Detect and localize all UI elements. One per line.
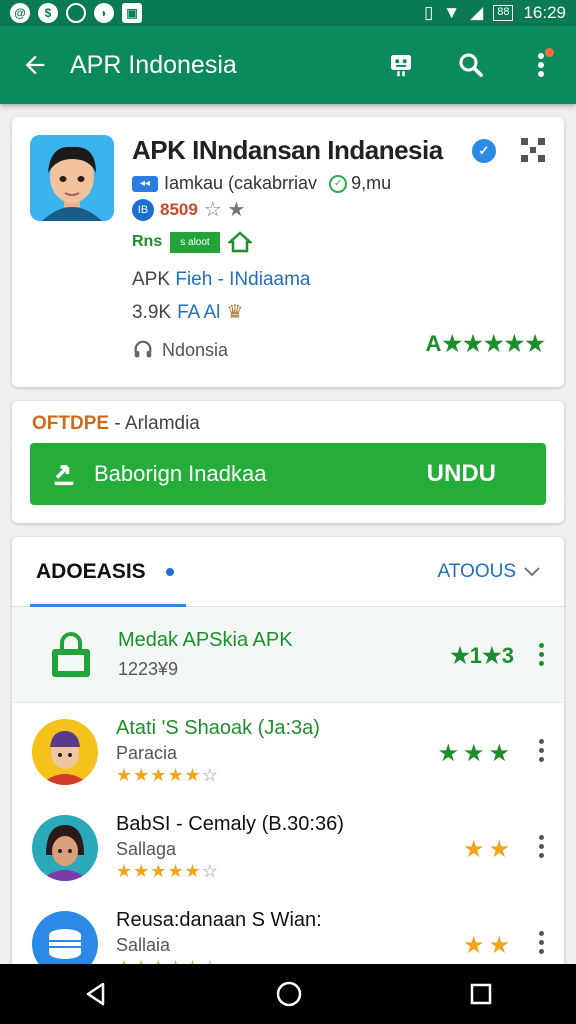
badge-label: Rns [132,233,163,250]
star-icon: ☆ ★ [203,199,246,221]
featured-rating: ★1★3 [450,643,514,668]
avatar [32,815,98,881]
robot-button[interactable] [366,26,436,104]
item-more-button[interactable] [538,835,544,858]
wifi-icon: ▼ [443,3,461,22]
featured-list-item[interactable]: Medak APSkia APK 1223¥9 ★1★3 [12,607,564,703]
rating-row: IB 8509 ☆ ★ [132,197,245,222]
item-title: Reusa:danaan S Wian: [116,909,322,931]
rating-count: 8509 [160,199,198,219]
download-button-label: Baborign Inadkaa [94,461,267,486]
download-button[interactable]: Baborign Inadkaa UNDU [30,443,546,505]
app-notification-icon: $ [38,3,58,23]
developer-name[interactable]: Iamkau (cakabrriav [164,173,317,194]
notification-dot [545,48,554,57]
arrow-left-icon [25,55,45,75]
message-icon: ◗ [94,3,114,23]
item-title: BabSI - Cemaly (B.30:36) [116,813,344,835]
qr-code-icon [521,138,545,162]
app-list-card: ADOEASIS ATOOUS Medak APSkia APK 1223¥9 … [12,537,564,977]
search-icon [459,53,483,77]
app-title: APK INndansan Indanesia [132,135,443,165]
sort-dropdown[interactable]: ATOOUS [438,561,540,583]
chevron-down-icon [524,566,540,576]
download-action-label: UNDU [426,460,496,487]
sort-label: ATOOUS [437,560,516,582]
person-avatar-icon [32,815,98,881]
version-icon: ✓ [329,174,348,193]
person-avatar-icon [32,719,98,785]
shopping-bag-icon [52,632,90,677]
indicator-dot [165,567,174,576]
version-value: 9,mu [351,173,392,193]
downloads-count: 3.9K [132,301,172,323]
item-more-button[interactable] [538,931,544,954]
nav-back-icon[interactable] [83,981,109,1007]
app-bar: APR Indonesia [0,26,576,104]
app-icon [30,135,114,221]
item-title: Atati 'S Shaoak (Ja:3a) [116,717,320,739]
download-card: OFTDPE - Arlamdia Baborign Inadkaa UNDU [12,401,564,523]
app-rating-stars: A★★★★★ [425,331,546,356]
verified-icon: ✓ [472,139,496,163]
developer-tag-icon: ◂◂ [132,175,158,192]
subtitle-prefix: APK [132,269,171,290]
system-nav-bar [0,964,576,1024]
download-label: OFTDPE - Arlamdia [32,413,200,435]
item-subtitle: Sallaia [116,935,171,955]
download-label-prefix: OFTDPE [32,413,110,434]
signal-icon: ◢ [470,3,484,22]
green-badge: s aloot [170,231,220,253]
list-header: ADOEASIS ATOOUS [12,537,564,607]
overflow-menu-button[interactable] [506,26,576,104]
list-item[interactable]: Atati 'S Shaoak (Ja:3a) Paracia ★★★★★☆ ★… [12,703,564,799]
boy-face-icon [30,135,114,221]
region-label: Ndonsia [162,339,229,360]
item-rating: ★★★ [437,740,514,767]
badge-row: Rns s aloot [132,231,252,253]
vibrate-icon: ▯ [423,3,434,22]
region-row: Ndonsia [132,339,228,361]
circle-notification-icon [66,3,86,23]
item-subtitle: Paracia [116,743,178,763]
qr-code-button[interactable] [520,137,546,168]
nav-recents-icon[interactable] [469,982,493,1006]
clock: 16:29 [523,3,566,22]
featured-title: Medak APSkia APK [118,629,293,651]
downloads-link[interactable]: FA Al [177,302,220,324]
item-stars: ★★★★★☆ [116,765,219,785]
info-icon: IB [132,198,154,221]
developer-row: ◂◂ Iamkau (cakabrriav ✓ 9,mu [132,173,391,194]
subtitle-link[interactable]: Fieh - INdiaama [175,269,310,290]
status-bar: @ $ ◗ ▣ ▯ ▼ ◢ 88 16:29 [0,0,576,26]
trophy-icon: ♛ [226,302,244,323]
item-rating: ★★ [462,836,514,863]
android-robot-icon [391,55,411,77]
app-info-card: APK INndansan Indanesia ✓ ◂◂ Iamkau (cak… [12,117,564,387]
back-button[interactable] [0,51,70,79]
download-arrow-icon [54,465,74,486]
version-info: ✓ 9,mu [329,173,391,194]
list-title[interactable]: ADOEASIS [36,560,146,584]
avatar [32,719,98,785]
nav-home-icon[interactable] [275,980,303,1008]
download-label-text: - Arlamdia [114,413,200,434]
image-notification-icon: ▣ [122,3,142,23]
list-item[interactable]: BabSI - Cemaly (B.30:36) Sallaga ★★★★★☆ … [12,799,564,895]
downloads-row: 3.9K FA Al ♛ [132,301,243,324]
app-subtitle: APK Fieh - INdiaama [132,269,310,291]
headset-icon [134,340,152,358]
app-bar-title: APR Indonesia [70,50,237,79]
notification-icon: @ [10,3,30,23]
more-vert-icon [538,53,544,77]
home-icon [227,231,252,253]
featured-subtitle: 1223¥9 [118,659,179,679]
item-subtitle: Sallaga [116,839,177,859]
item-stars: ★★★★★☆ [116,861,219,881]
battery-icon: 88 [493,5,514,21]
item-more-button[interactable] [538,739,544,762]
featured-more-button[interactable] [538,643,544,666]
search-button[interactable] [436,26,506,104]
item-rating: ★★ [462,932,514,959]
